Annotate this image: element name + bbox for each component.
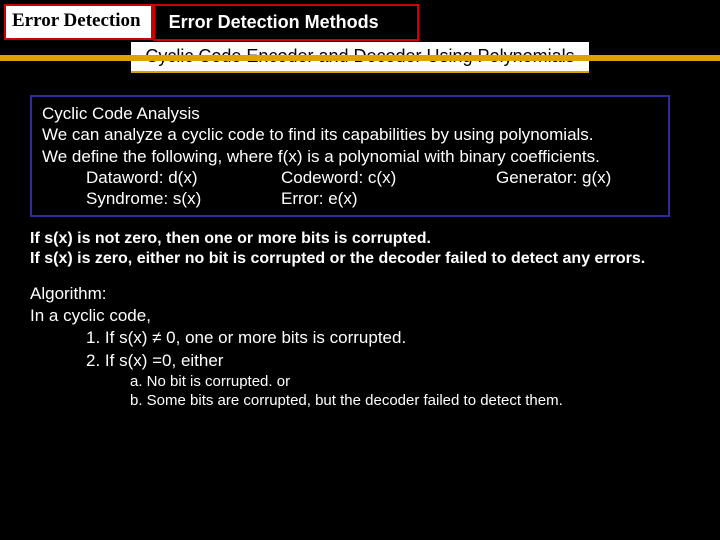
algorithm-block: Algorithm: In a cyclic code, 1. If s(x) … <box>30 283 670 410</box>
def-generator: Generator: g(x) <box>496 167 654 188</box>
title-sub: Error Detection Methods <box>153 4 419 41</box>
def-syndrome: Syndrome: s(x) <box>86 188 281 209</box>
box-line-1: Cyclic Code Analysis <box>42 103 654 124</box>
box-line-3: We define the following, where f(x) is a… <box>42 146 654 167</box>
def-dataword: Dataword: d(x) <box>86 167 281 188</box>
algo-sub-a: a. No bit is corrupted. or <box>30 372 670 392</box>
defs-row-1: Dataword: d(x) Codeword: c(x) Generator:… <box>42 167 654 188</box>
box-line-2: We can analyze a cyclic code to find its… <box>42 124 654 145</box>
defs-row-2: Syndrome: s(x) Error: e(x) <box>42 188 654 209</box>
algo-sub-b: b. Some bits are corrupted, but the deco… <box>30 391 670 411</box>
header-row: Error Detection Error Detection Methods <box>0 0 720 41</box>
algo-step-1: 1. If s(x) ≠ 0, one or more bits is corr… <box>30 327 670 349</box>
def-codeword: Codeword: c(x) <box>281 167 496 188</box>
def-error: Error: e(x) <box>281 188 496 209</box>
algo-title: Algorithm: <box>30 283 670 305</box>
analysis-box: Cyclic Code Analysis We can analyze a cy… <box>30 95 670 217</box>
title-main: Error Detection <box>4 4 153 40</box>
body-block: If s(x) is not zero, then one or more bi… <box>30 229 670 269</box>
body-line-1: If s(x) is not zero, then one or more bi… <box>30 229 670 249</box>
body-line-2: If s(x) is zero, either no bit is corrup… <box>30 249 670 269</box>
algo-intro: In a cyclic code, <box>30 305 670 327</box>
def-empty <box>496 188 654 209</box>
algo-step-2: 2. If s(x) =0, either <box>30 350 670 372</box>
rule-bar <box>0 55 720 61</box>
